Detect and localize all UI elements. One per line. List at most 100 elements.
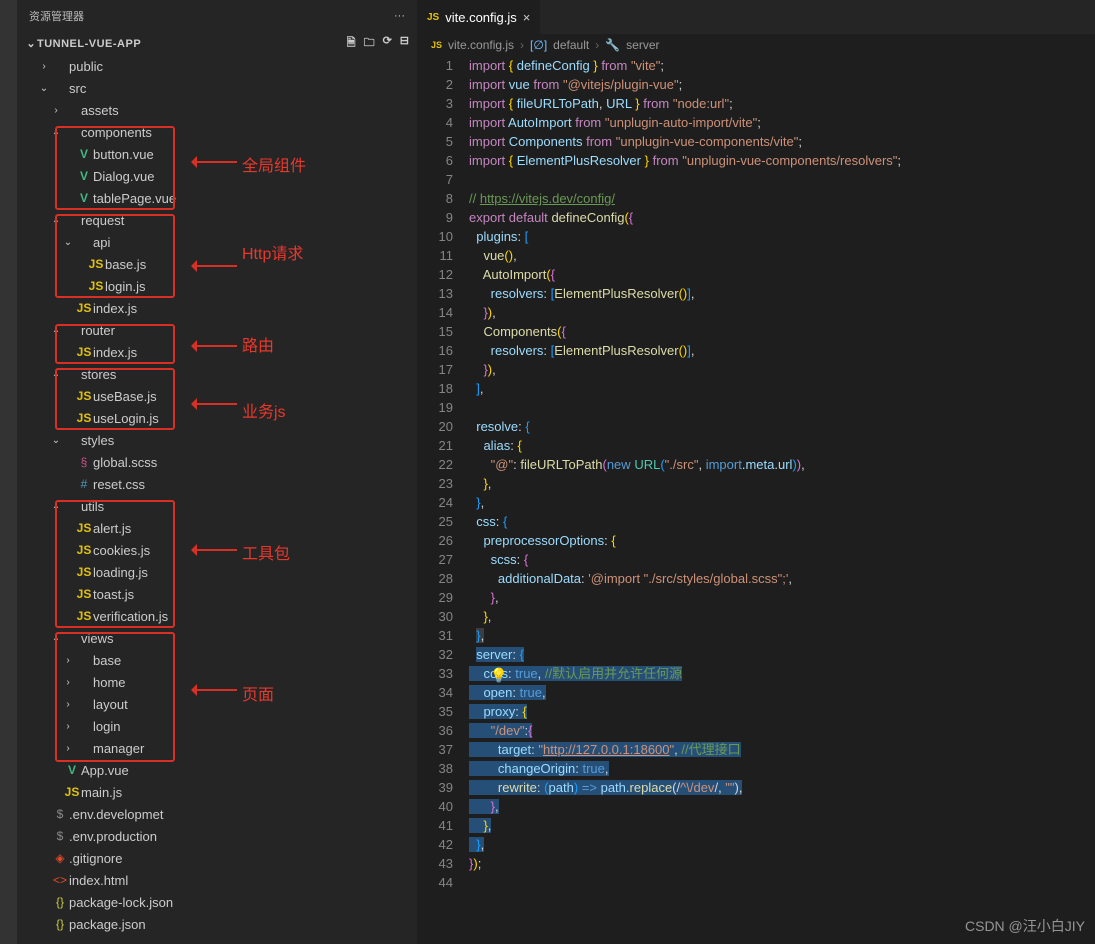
tree-label: stores: [81, 367, 116, 382]
refresh-icon[interactable]: ⟳: [383, 34, 392, 53]
code-area[interactable]: 1234567891011121314151617181920212223242…: [417, 56, 1095, 944]
code-content[interactable]: import { defineConfig } from "vite"; imp…: [469, 56, 1095, 944]
tree-item[interactable]: JSverification.js: [17, 605, 417, 627]
tree-item[interactable]: ›layout: [17, 693, 417, 715]
more-icon[interactable]: ···: [394, 10, 405, 22]
tree-item[interactable]: ›assets: [17, 99, 417, 121]
chevron-icon: ›: [37, 61, 51, 72]
chevron-icon: ⌄: [49, 435, 63, 446]
project-name: TUNNEL-VUE-APP: [37, 38, 347, 50]
tree-item[interactable]: JSloading.js: [17, 561, 417, 583]
breadcrumb[interactable]: JS vite.config.js › [∅] default › 🔧 serv…: [417, 34, 1095, 56]
tree-label: manager: [93, 741, 144, 756]
tree-item[interactable]: ›home: [17, 671, 417, 693]
tree-label: styles: [81, 433, 114, 448]
tree-item[interactable]: JSbase.js: [17, 253, 417, 275]
tree-item[interactable]: $.env.developmet: [17, 803, 417, 825]
tree-item[interactable]: ⌄utils: [17, 495, 417, 517]
collapse-icon[interactable]: ⊟: [400, 34, 409, 53]
file-icon: JS: [75, 521, 93, 535]
tree-item[interactable]: ›public: [17, 55, 417, 77]
tree-item[interactable]: $.env.production: [17, 825, 417, 847]
line-numbers: 1234567891011121314151617181920212223242…: [417, 56, 469, 944]
lightbulb-icon[interactable]: 💡: [490, 667, 507, 684]
new-folder-icon[interactable]: 🗀: [364, 34, 375, 53]
tree-item[interactable]: ⌄router: [17, 319, 417, 341]
tree-item[interactable]: #reset.css: [17, 473, 417, 495]
breadcrumb-item[interactable]: default: [553, 38, 589, 52]
tree-label: base.js: [105, 257, 146, 272]
file-icon: JS: [75, 411, 93, 425]
tree-item[interactable]: JScookies.js: [17, 539, 417, 561]
tree-label: login: [93, 719, 120, 734]
tree-item[interactable]: JSlogin.js: [17, 275, 417, 297]
tree-label: alert.js: [93, 521, 131, 536]
editor: JS vite.config.js × JS vite.config.js › …: [417, 0, 1095, 944]
tree-item[interactable]: ›manager: [17, 737, 417, 759]
tree-item[interactable]: JSalert.js: [17, 517, 417, 539]
tree-item[interactable]: §global.scss: [17, 451, 417, 473]
tab-bar: JS vite.config.js ×: [417, 0, 1095, 34]
project-header[interactable]: ⌄ TUNNEL-VUE-APP 🗎 🗀 ⟳ ⊟: [17, 32, 417, 55]
tree-item[interactable]: ⌄src: [17, 77, 417, 99]
tree-item[interactable]: VtablePage.vue: [17, 187, 417, 209]
tree-label: global.scss: [93, 455, 157, 470]
file-icon: V: [75, 169, 93, 183]
new-file-icon[interactable]: 🗎: [347, 34, 356, 53]
tab-filename: vite.config.js: [445, 10, 517, 25]
tree-label: views: [81, 631, 114, 646]
file-icon: JS: [75, 389, 93, 403]
editor-tab[interactable]: JS vite.config.js ×: [417, 0, 540, 34]
chevron-icon: ⌄: [37, 83, 51, 94]
tree-label: index.js: [93, 301, 137, 316]
tree-item[interactable]: ›login: [17, 715, 417, 737]
file-icon: JS: [75, 587, 93, 601]
chevron-right-icon: ›: [595, 38, 599, 52]
tree-item[interactable]: VApp.vue: [17, 759, 417, 781]
file-tree: ›public⌄src›assets⌄componentsVbutton.vue…: [17, 55, 417, 944]
tree-item[interactable]: JSuseBase.js: [17, 385, 417, 407]
breadcrumb-item[interactable]: vite.config.js: [448, 38, 514, 52]
tree-item[interactable]: ›base: [17, 649, 417, 671]
tree-label: App.vue: [81, 763, 129, 778]
tree-item[interactable]: ⌄components: [17, 121, 417, 143]
tree-label: index.html: [69, 873, 128, 888]
tree-label: reset.css: [93, 477, 145, 492]
tree-item[interactable]: ⌄ request: [17, 209, 417, 231]
tree-label: useLogin.js: [93, 411, 159, 426]
chevron-icon: ›: [61, 677, 75, 688]
file-icon: §: [75, 455, 93, 469]
file-icon: JS: [75, 345, 93, 359]
breadcrumb-item[interactable]: server: [626, 38, 659, 52]
file-icon: JS: [87, 257, 105, 271]
sidebar-header: 资源管理器 ···: [17, 0, 417, 32]
tree-item[interactable]: JSuseLogin.js: [17, 407, 417, 429]
tree-item[interactable]: JSindex.js: [17, 297, 417, 319]
tree-label: request: [81, 213, 124, 228]
tree-item[interactable]: JStoast.js: [17, 583, 417, 605]
chevron-icon: ›: [49, 105, 63, 116]
tree-item[interactable]: ⌄stores: [17, 363, 417, 385]
tree-label: base: [93, 653, 121, 668]
chevron-icon: ⌄: [49, 215, 63, 226]
file-icon: JS: [63, 785, 81, 799]
tree-item[interactable]: ⌄ styles: [17, 429, 417, 451]
js-icon: JS: [427, 12, 439, 23]
tree-label: components: [81, 125, 152, 140]
tree-label: toast.js: [93, 587, 134, 602]
file-icon: JS: [75, 609, 93, 623]
tree-item[interactable]: {}package.json: [17, 913, 417, 935]
tree-label: Dialog.vue: [93, 169, 154, 184]
tree-item[interactable]: VDialog.vue: [17, 165, 417, 187]
tree-item[interactable]: JSindex.js: [17, 341, 417, 363]
tree-item[interactable]: JSmain.js: [17, 781, 417, 803]
chevron-down-icon: ⌄: [25, 37, 37, 50]
tree-item[interactable]: ⌄api: [17, 231, 417, 253]
tree-item[interactable]: ⌄views: [17, 627, 417, 649]
tree-item[interactable]: Vbutton.vue: [17, 143, 417, 165]
close-icon[interactable]: ×: [523, 10, 531, 25]
tree-item[interactable]: {}package-lock.json: [17, 891, 417, 913]
tree-label: login.js: [105, 279, 145, 294]
tree-item[interactable]: ◈.gitignore: [17, 847, 417, 869]
tree-item[interactable]: <>index.html: [17, 869, 417, 891]
